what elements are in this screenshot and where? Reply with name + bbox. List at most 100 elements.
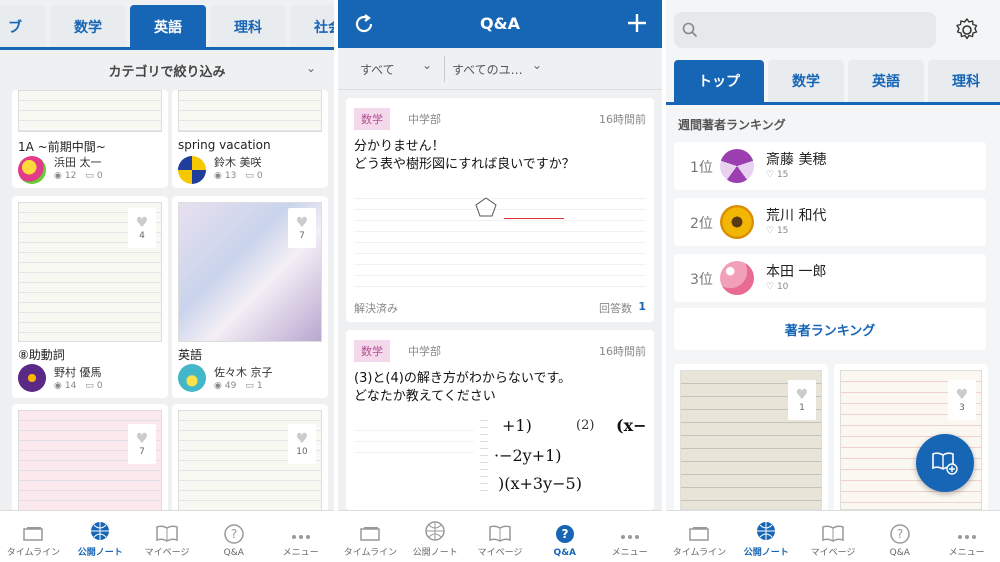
search-icon <box>682 22 698 38</box>
rank-number: 1位 <box>690 160 713 176</box>
note-card[interactable]: ♥ 4 ⑧助動詞 野村 優馬 ◉ 14 ▭ 0 <box>12 196 168 398</box>
note-card[interactable]: ♥ 3 <box>834 364 988 514</box>
resolved-status: 解決済み <box>354 302 398 315</box>
note-title: ⑧助動詞 <box>18 348 65 362</box>
like-badge[interactable]: ♥ 1 <box>788 380 816 420</box>
nav-public-notes[interactable]: 公開ノート <box>403 511 468 562</box>
heart-icon: ♡ <box>766 282 775 292</box>
search-input[interactable] <box>674 12 936 48</box>
level-label: 中学部 <box>408 345 441 358</box>
note-card[interactable]: ♥ 7 英語 佐々木 京子 ◉ 49 ▭ 1 <box>172 196 328 398</box>
nav-public-notes[interactable]: 公開ノート <box>733 511 800 562</box>
nav-timeline[interactable]: タイムライン <box>338 511 403 562</box>
question-card[interactable]: 数学 中学部 16時間前 (3)と(4)の解き方がわからないです。 どなたか教えて… <box>346 330 654 510</box>
question-text: 分かりません！ どう表や樹形図にすれば良いですか？ <box>354 138 575 174</box>
category-filter[interactable]: カテゴリで絞り込み ⌄ <box>0 50 334 90</box>
comment-count: 1 <box>256 381 263 391</box>
nav-label: メニュー <box>948 548 985 558</box>
nav-label: Q&A <box>223 548 244 558</box>
nav-label: タイムライン <box>343 548 398 558</box>
public-notes-screen: ブ 数学 英語 理科 社会 カテゴリで絞り込み ⌄ 1A ~前期中間~ 浜田 太… <box>0 0 334 562</box>
like-stats: ♡ 15 <box>766 226 788 236</box>
book-icon <box>156 525 178 542</box>
nav-timeline[interactable]: タイムライン <box>0 511 67 562</box>
nav-mypage[interactable]: マイページ <box>800 511 867 562</box>
qa-filters: すべて ⌄ すべてのユ… ⌄ <box>338 48 662 90</box>
subject-badge: 数学 <box>354 108 390 130</box>
heart-icon: ♥ <box>295 215 309 231</box>
comment-count: 0 <box>96 171 103 181</box>
avatar <box>178 156 206 184</box>
note-card[interactable]: 1A ~前期中間~ 浜田 太一 ◉ 12 ▭ 0 <box>12 90 168 188</box>
ranking-row[interactable]: 1位 斎藤 美穂 ♡ 15 <box>674 142 986 190</box>
nav-qa[interactable]: ? Q&A <box>866 511 933 562</box>
add-note-fab[interactable] <box>916 434 974 492</box>
nav-timeline[interactable]: タイムライン <box>666 511 733 562</box>
subject-tabs: ブ 数学 英語 理科 社会 <box>0 5 334 49</box>
nav-qa[interactable]: ? Q&A <box>532 511 597 562</box>
author-name: 佐々木 京子 <box>214 366 273 379</box>
avatar <box>720 261 754 295</box>
nav-menu[interactable]: メニュー <box>933 511 1000 562</box>
add-book-icon <box>932 452 958 475</box>
nav-menu[interactable]: メニュー <box>597 511 662 562</box>
question-image <box>354 188 646 288</box>
note-card[interactable]: spring vacation 鈴木 美咲 ◉ 13 ▭ 0 <box>172 90 328 188</box>
nav-public-notes[interactable]: 公開ノート <box>67 511 134 562</box>
nav-qa[interactable]: ? Q&A <box>200 511 267 562</box>
question-card[interactable]: 数学 中学部 16時間前 分かりません！ どう表や樹形図にすれば良いですか？ 解決… <box>346 98 654 322</box>
ranking-row[interactable]: 3位 本田 一郎 ♡ 10 <box>674 254 986 302</box>
top-screen: トップ 数学 英語 理科 週間著者ランキング 1位 斎藤 美穂 ♡ 15 2位 … <box>666 0 1000 562</box>
tab-english[interactable]: 英語 <box>130 5 206 49</box>
eye-icon: ◉ <box>54 171 62 181</box>
math-text: (x− <box>616 416 646 435</box>
tab-science[interactable]: 理科 <box>928 60 1000 102</box>
comment-count: 0 <box>256 171 263 181</box>
worksheet-lines <box>354 420 474 460</box>
tab-english[interactable]: 英語 <box>848 60 924 102</box>
nav-mypage[interactable]: マイページ <box>468 511 533 562</box>
note-thumbnail <box>178 90 322 132</box>
tab-partial[interactable]: ブ <box>0 5 46 49</box>
plus-icon[interactable] <box>626 12 648 34</box>
view-count: 13 <box>224 171 237 181</box>
author-name: 荒川 和代 <box>766 208 827 224</box>
globe-icon <box>91 522 110 540</box>
like-badge[interactable]: ♥ 7 <box>128 424 156 464</box>
tab-top[interactable]: トップ <box>674 60 764 102</box>
like-badge[interactable]: ♥ 4 <box>128 208 156 248</box>
ranking-row[interactable]: 2位 荒川 和代 ♡ 15 <box>674 198 986 246</box>
avatar <box>18 364 46 392</box>
qa-screen: Q&A すべて ⌄ すべてのユ… ⌄ 数学 中学部 16時間前 分かりません！ ど… <box>338 0 662 562</box>
nav-mypage[interactable]: マイページ <box>134 511 201 562</box>
bottom-nav: タイムライン 公開ノート マイページ ? Q&A メニュー <box>0 510 334 562</box>
tab-math[interactable]: 数学 <box>50 5 126 49</box>
chevron-down-icon: ⌄ <box>422 58 433 72</box>
timeline-icon <box>360 527 381 541</box>
gear-icon[interactable] <box>954 17 980 43</box>
like-count: 3 <box>959 403 965 413</box>
heart-icon: ♡ <box>766 226 775 236</box>
filter-users[interactable]: すべてのユ… <box>452 61 523 78</box>
tab-social[interactable]: 社会 <box>290 5 334 49</box>
nav-label: マイページ <box>144 548 190 558</box>
eye-icon: ◉ <box>214 381 222 391</box>
avatar <box>720 149 754 183</box>
note-card[interactable]: ♥ 7 <box>12 404 168 524</box>
filter-all[interactable]: すべて <box>360 61 395 78</box>
like-badge[interactable]: ♥ 3 <box>948 380 976 420</box>
tab-science[interactable]: 理科 <box>210 5 286 49</box>
note-card[interactable]: ♥ 10 <box>172 404 328 524</box>
chevron-down-icon: ⌄ <box>532 58 543 72</box>
note-stats: ◉ 12 ▭ 0 <box>54 171 103 181</box>
author-ranking-button[interactable]: 著者ランキング <box>674 308 986 350</box>
section-title: 週間著者ランキング <box>678 118 786 132</box>
tab-math[interactable]: 数学 <box>768 60 844 102</box>
svg-text:?: ? <box>561 527 568 541</box>
like-badge[interactable]: ♥ 7 <box>288 208 316 248</box>
nav-menu[interactable]: メニュー <box>267 511 334 562</box>
like-badge[interactable]: ♥ 10 <box>288 424 316 464</box>
note-title: 英語 <box>178 348 203 362</box>
note-card[interactable]: ♥ 1 <box>674 364 828 514</box>
question-line: どう表や樹形図にすれば良いですか？ <box>354 157 575 172</box>
